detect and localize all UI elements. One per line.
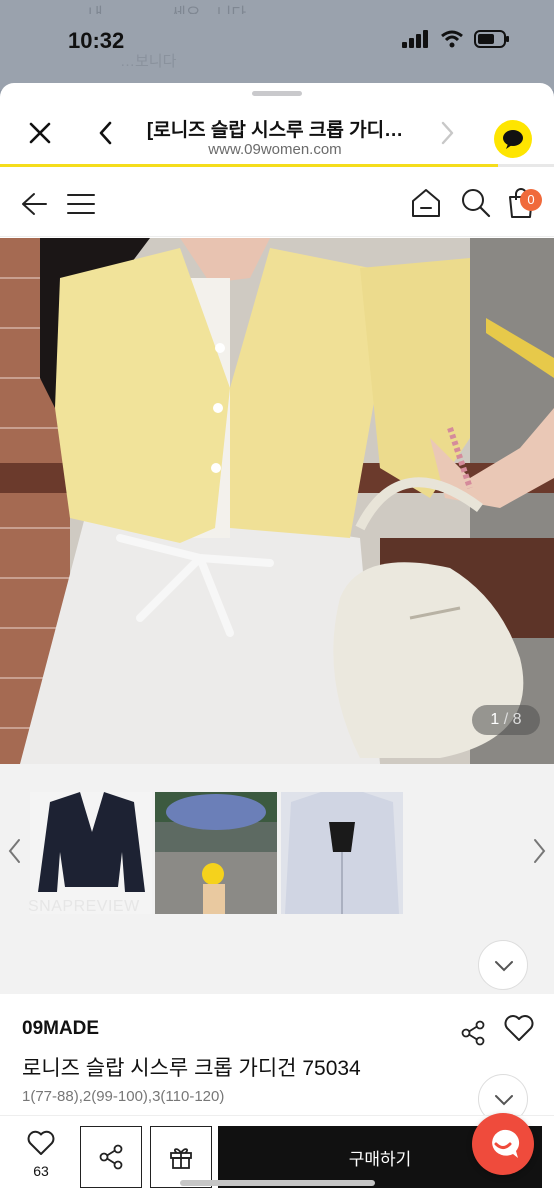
webview-sheet: [로니즈 슬랍 시스루 크롭 가디… www.09women.com 0 1 /…: [0, 83, 554, 1200]
arrow-left-icon[interactable]: [20, 189, 48, 219]
chat-icon: [492, 1129, 520, 1158]
thumbnail-3[interactable]: [281, 792, 403, 914]
status-time: 10:32: [68, 28, 125, 53]
thumbnail-1[interactable]: [30, 792, 152, 914]
gift-icon: [170, 1148, 192, 1169]
cart-count-badge: 0: [520, 189, 542, 211]
home-indicator[interactable]: [180, 1180, 375, 1186]
home-icon[interactable]: [410, 187, 442, 219]
product-main-image[interactable]: [0, 238, 554, 764]
product-photo: [0, 238, 554, 764]
chevron-down-icon: [495, 961, 513, 972]
share-icon[interactable]: [460, 1020, 486, 1046]
kakao-chat-button[interactable]: [494, 120, 532, 158]
page-load-progress-track: [498, 164, 554, 167]
purchase-bar: 63 구매하기: [0, 1115, 554, 1200]
chat-button[interactable]: [472, 1113, 534, 1175]
product-name: 로니즈 슬랍 시스루 크롭 가디건 75034: [22, 1057, 361, 1080]
chevron-left-icon[interactable]: [6, 836, 24, 866]
background-ghost-text-2: …보니다: [120, 53, 177, 70]
heart-icon: [27, 1130, 55, 1155]
thumbnail-2[interactable]: [155, 792, 277, 914]
heart-icon[interactable]: [504, 1014, 534, 1042]
gift-button[interactable]: [150, 1126, 212, 1188]
status-icons: [402, 30, 510, 48]
like-count: 63: [33, 1163, 49, 1179]
kakao-chat-icon: [503, 130, 523, 149]
snapreview-watermark: SNAPREVIEW: [28, 898, 140, 915]
like-button[interactable]: 63: [18, 1130, 64, 1190]
background-ghost-text: 내 …………세요…니다: [88, 0, 288, 14]
image-counter-separator: /: [503, 711, 509, 728]
thumbnail-strip: SNAPREVIEW: [0, 764, 554, 994]
thumbnail-image: [155, 792, 277, 914]
share-button[interactable]: [80, 1126, 142, 1188]
in-app-browser-bar: [로니즈 슬랍 시스루 크롭 가디… www.09women.com: [0, 103, 554, 167]
brand-name[interactable]: 09MADE: [22, 1018, 99, 1040]
thumbnail-image: [30, 792, 152, 914]
chevron-left-icon[interactable]: [94, 119, 118, 147]
product-info: 09MADE 로니즈 슬랍 시스루 크롭 가디건 75034 1(77-88),…: [0, 994, 554, 1124]
page-load-progress: [0, 164, 498, 167]
search-icon[interactable]: [460, 187, 492, 219]
signal-icon: [402, 30, 428, 48]
share-icon: [99, 1144, 123, 1170]
browser-page-title: [로니즈 슬랍 시스루 크롭 가디…: [146, 120, 404, 141]
image-counter: 1 / 8: [472, 705, 540, 735]
product-sizes: 1(77-88),2(99-100),3(110-120): [22, 1088, 225, 1105]
scroll-down-button-2[interactable]: [478, 940, 528, 990]
wifi-icon: [441, 30, 463, 48]
image-counter-total: 8: [512, 711, 522, 728]
close-icon[interactable]: [26, 119, 54, 147]
chevron-right-icon[interactable]: [530, 836, 548, 866]
site-navigation: [0, 171, 554, 237]
image-counter-current: 1: [490, 711, 500, 728]
browser-url: www.09women.com: [208, 141, 342, 158]
menu-icon[interactable]: [66, 189, 96, 219]
chevron-right-icon[interactable]: [436, 119, 458, 147]
battery-icon: [474, 30, 509, 48]
sheet-grabber[interactable]: [252, 91, 302, 96]
thumbnail-image: [281, 792, 403, 914]
